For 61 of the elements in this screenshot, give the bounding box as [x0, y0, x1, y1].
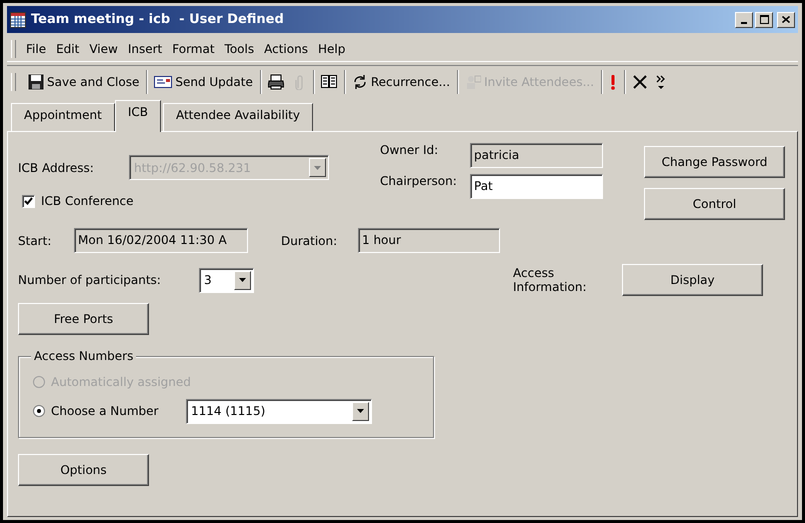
maximize-icon	[760, 15, 768, 24]
save-and-close-button[interactable]: Save and Close	[27, 72, 140, 92]
radio-dot-icon	[37, 409, 41, 413]
menu-item[interactable]: Format	[167, 40, 220, 58]
chairperson-field[interactable]: Pat	[470, 174, 603, 199]
menu-item[interactable]: Insert	[122, 40, 168, 58]
change-password-button[interactable]: Change Password	[644, 146, 785, 178]
radio-button[interactable]	[33, 405, 45, 417]
chevron-icon	[656, 74, 666, 90]
checkbox[interactable]	[22, 194, 35, 208]
field-label: Access Information:	[513, 266, 588, 294]
menu-item[interactable]: Tools	[220, 40, 260, 58]
close-button[interactable]	[777, 12, 795, 28]
field-label: Start:	[18, 234, 52, 248]
group-label: Access Numbers	[31, 349, 136, 363]
window-title: Team meeting - icb - User Defined	[31, 12, 285, 27]
print-button[interactable]	[266, 72, 285, 92]
menu-item[interactable]: File	[21, 40, 52, 58]
dropdown-button[interactable]	[352, 402, 369, 420]
close-icon	[782, 16, 790, 23]
printer-icon	[268, 74, 284, 90]
field-label: Duration:	[281, 234, 338, 248]
tab[interactable]: ICB	[114, 100, 161, 132]
exclamation-icon	[609, 74, 618, 90]
participants-combo-box[interactable]: 3	[199, 268, 254, 292]
caret-icon	[356, 408, 365, 414]
free-ports-button[interactable]: Free Ports	[18, 303, 149, 335]
more-options-button[interactable]	[655, 72, 666, 92]
number-combo-box[interactable]: 1114 (1115)	[186, 398, 372, 424]
open-book-icon	[320, 74, 337, 90]
minimize-icon	[741, 22, 747, 24]
options-button[interactable]: Options	[18, 454, 149, 486]
x-icon	[632, 74, 648, 90]
calendar-icon	[10, 12, 26, 28]
owner-id-field: patricia	[470, 143, 603, 168]
display-button[interactable]: Display	[622, 264, 763, 296]
menu-item[interactable]: Help	[312, 40, 350, 58]
field-label: Owner Id:	[380, 143, 440, 157]
dropdown-button[interactable]	[234, 270, 251, 290]
control-button[interactable]: Control	[644, 188, 785, 220]
caret-icon	[238, 277, 247, 283]
circular-arrows-icon	[352, 74, 368, 90]
people-icon	[465, 74, 482, 90]
start-field: Mon 16/02/2004 11:30 A	[74, 228, 248, 253]
caret-icon	[313, 164, 322, 170]
field-label: Chairperson:	[380, 174, 458, 188]
checkbox-label: ICB Conference	[41, 194, 134, 208]
field-label: Number of participants:	[18, 273, 162, 287]
tab[interactable]: Appointment	[11, 103, 115, 131]
envelope-icon	[154, 74, 172, 90]
maximize-button[interactable]	[755, 12, 773, 28]
radio-label: Choose a Number	[51, 404, 160, 418]
menu-item[interactable]: View	[84, 40, 123, 58]
tab[interactable]: Attendee Availability	[162, 103, 313, 131]
menu-item[interactable]: Edit	[51, 40, 84, 58]
duration-field: 1 hour	[358, 228, 500, 253]
menu-item[interactable]: Actions	[259, 40, 313, 58]
send-update-button[interactable]: Send Update	[153, 72, 254, 92]
minimize-button[interactable]	[735, 12, 753, 28]
field-label: ICB Address:	[18, 160, 95, 174]
recurrence-button[interactable]: Recurrence...	[350, 72, 452, 92]
